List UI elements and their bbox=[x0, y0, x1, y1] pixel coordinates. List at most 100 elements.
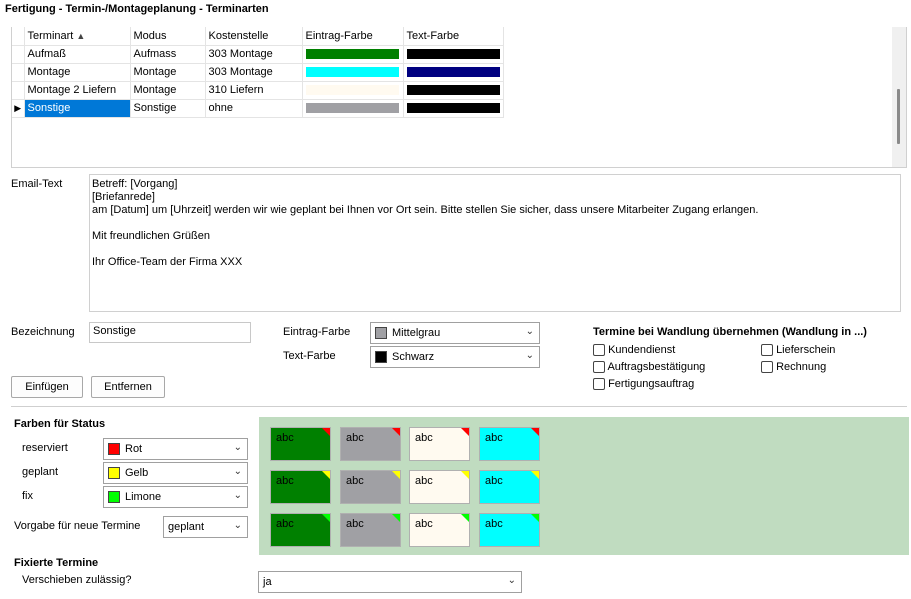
chevron-down-icon: ⌄ bbox=[233, 442, 242, 453]
geplant-value: Gelb bbox=[125, 467, 149, 479]
vorgabe-value: geplant bbox=[168, 521, 205, 533]
column-header-terminart[interactable]: Terminart ▲ bbox=[24, 27, 131, 46]
sort-ascending-icon: ▲ bbox=[76, 30, 86, 41]
bezeichnung-input[interactable]: Sonstige bbox=[89, 322, 251, 343]
preview-tile-text: abc bbox=[276, 475, 294, 487]
status-preview-tile: abc bbox=[340, 470, 401, 504]
email-line: Ihr Office-Team der Firma XXX bbox=[92, 256, 243, 268]
reserviert-color-select[interactable]: Rot ⌄ bbox=[103, 438, 248, 460]
grid-scrollbar-thumb[interactable] bbox=[897, 89, 900, 144]
status-corner-marker bbox=[392, 514, 400, 522]
cell-text-farbe[interactable] bbox=[403, 45, 504, 64]
cell-modus[interactable]: Sonstige bbox=[130, 99, 206, 118]
checkbox-box[interactable] bbox=[593, 361, 605, 374]
cell-kostenstelle[interactable]: 303 Montage bbox=[205, 63, 303, 82]
email-text-area[interactable]: Betreff: [Vorgang] [Briefanrede] am [Dat… bbox=[89, 174, 901, 312]
status-corner-marker bbox=[531, 471, 539, 479]
checkbox-box[interactable] bbox=[761, 344, 773, 357]
remove-button[interactable]: Entfernen bbox=[91, 376, 165, 398]
text-color-swatch bbox=[406, 103, 500, 114]
kundendienst-checkbox[interactable]: Kundendienst bbox=[593, 344, 675, 357]
column-header-text-farbe[interactable]: Text-Farbe bbox=[403, 27, 504, 46]
preview-tile-text: abc bbox=[276, 518, 294, 530]
add-button[interactable]: Einfügen bbox=[11, 376, 83, 398]
status-corner-marker bbox=[461, 471, 469, 479]
table-row[interactable]: Aufmaß Aufmass 303 Montage bbox=[12, 45, 504, 64]
geplant-color-swatch bbox=[108, 467, 120, 479]
preview-tile-text: abc bbox=[485, 432, 503, 444]
chevron-down-icon: ⌄ bbox=[525, 326, 534, 337]
row-selector[interactable] bbox=[12, 63, 25, 82]
cell-kostenstelle[interactable]: 303 Montage bbox=[205, 45, 303, 64]
text-color-swatch bbox=[375, 351, 387, 363]
email-line: Mit freundlichen Grüßen bbox=[92, 230, 210, 242]
row-selector[interactable] bbox=[12, 45, 25, 64]
status-corner-marker bbox=[392, 428, 400, 436]
status-preview-tile: abc bbox=[409, 470, 470, 504]
fix-value: Limone bbox=[125, 491, 162, 503]
checkbox-box[interactable] bbox=[593, 344, 605, 357]
cell-eintrag-farbe[interactable] bbox=[302, 81, 404, 100]
cell-terminart[interactable]: Sonstige bbox=[24, 99, 131, 118]
checkbox-box[interactable] bbox=[761, 361, 773, 374]
cell-modus[interactable]: Montage bbox=[130, 63, 206, 82]
eintrag-farbe-select[interactable]: Mittelgrau ⌄ bbox=[370, 322, 540, 344]
preview-tile-text: abc bbox=[346, 475, 364, 487]
cell-text-farbe[interactable] bbox=[403, 81, 504, 100]
cell-modus[interactable]: Montage bbox=[130, 81, 206, 100]
verschieben-value: ja bbox=[263, 576, 272, 588]
table-row[interactable]: Montage 2 Liefern Montage 310 Liefern bbox=[12, 81, 504, 100]
status-preview-tile: abc bbox=[270, 427, 331, 461]
cell-kostenstelle[interactable]: ohne bbox=[205, 99, 303, 118]
geplant-color-select[interactable]: Gelb ⌄ bbox=[103, 462, 248, 484]
checkbox-box[interactable] bbox=[593, 378, 605, 391]
reserviert-label: reserviert bbox=[22, 442, 68, 454]
email-line bbox=[92, 217, 898, 230]
cell-eintrag-farbe[interactable] bbox=[302, 99, 404, 118]
cell-modus[interactable]: Aufmass bbox=[130, 45, 206, 64]
cell-terminart[interactable]: Aufmaß bbox=[24, 45, 131, 64]
cell-terminart[interactable]: Montage bbox=[24, 63, 131, 82]
lieferschein-checkbox[interactable]: Lieferschein bbox=[761, 344, 835, 357]
eintrag-color-swatch bbox=[305, 49, 399, 60]
cell-terminart[interactable]: Montage 2 Liefern bbox=[24, 81, 131, 100]
row-selector-header bbox=[12, 27, 25, 46]
status-corner-marker bbox=[392, 471, 400, 479]
status-preview-tile: abc bbox=[270, 513, 331, 547]
cell-kostenstelle[interactable]: 310 Liefern bbox=[205, 81, 303, 100]
column-header-kostenstelle[interactable]: Kostenstelle bbox=[205, 27, 303, 46]
eintrag-farbe-value: Mittelgrau bbox=[392, 327, 441, 339]
table-row-selected[interactable]: ▶ Sonstige Sonstige ohne bbox=[12, 99, 504, 118]
eintrag-color-swatch bbox=[305, 85, 399, 96]
status-preview-tile: abc bbox=[409, 513, 470, 547]
cell-eintrag-farbe[interactable] bbox=[302, 63, 404, 82]
preview-tile-text: abc bbox=[346, 518, 364, 530]
status-corner-marker bbox=[322, 428, 330, 436]
vorgabe-select[interactable]: geplant ⌄ bbox=[163, 516, 248, 538]
text-farbe-select[interactable]: Schwarz ⌄ bbox=[370, 346, 540, 368]
chevron-down-icon: ⌄ bbox=[233, 490, 242, 501]
rechnung-checkbox[interactable]: Rechnung bbox=[761, 361, 826, 374]
status-corner-marker bbox=[531, 428, 539, 436]
cell-text-farbe[interactable] bbox=[403, 63, 504, 82]
row-pointer-icon[interactable]: ▶ bbox=[12, 99, 25, 118]
column-header-eintrag-farbe[interactable]: Eintrag-Farbe bbox=[302, 27, 404, 46]
fix-color-select[interactable]: Limone ⌄ bbox=[103, 486, 248, 508]
email-line: Betreff: [Vorgang] bbox=[92, 178, 178, 190]
table-row[interactable]: Montage Montage 303 Montage bbox=[12, 63, 504, 82]
cell-eintrag-farbe[interactable] bbox=[302, 45, 404, 64]
preview-tile-text: abc bbox=[346, 432, 364, 444]
grid-scrollbar[interactable] bbox=[892, 27, 906, 167]
status-corner-marker bbox=[322, 471, 330, 479]
cell-text-farbe[interactable] bbox=[403, 99, 504, 118]
terminarten-grid[interactable]: Terminart ▲ Modus Kostenstelle Eintrag-F… bbox=[11, 27, 907, 168]
column-header-modus[interactable]: Modus bbox=[130, 27, 206, 46]
preview-tile-text: abc bbox=[415, 518, 433, 530]
status-preview-tile: abc bbox=[340, 427, 401, 461]
eintrag-farbe-label: Eintrag-Farbe bbox=[283, 326, 351, 338]
text-color-swatch bbox=[406, 67, 500, 78]
fertigungsauftrag-checkbox[interactable]: Fertigungsauftrag bbox=[593, 378, 694, 391]
row-selector[interactable] bbox=[12, 81, 25, 100]
verschieben-select[interactable]: ja ⌄ bbox=[258, 571, 522, 593]
auftragsbestaetigung-checkbox[interactable]: Auftragsbestätigung bbox=[593, 361, 705, 374]
